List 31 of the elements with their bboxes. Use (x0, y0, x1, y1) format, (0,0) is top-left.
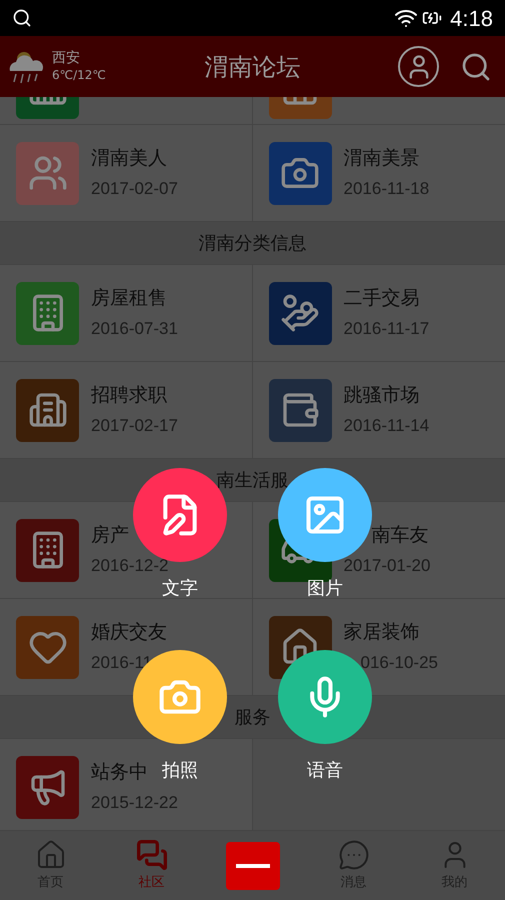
category-title[interactable]: 招聘求职 (91, 384, 167, 408)
section-header: 渭南分类信息 (198, 232, 306, 256)
chat-icon (338, 838, 370, 871)
clock: 4:18 (450, 4, 493, 32)
category-title[interactable]: 渭南美人 (91, 146, 167, 170)
action-label: 图片 (307, 577, 343, 601)
search-icon (460, 50, 492, 82)
category-title[interactable]: 站务中 (91, 760, 148, 784)
action-label: 文字 (162, 577, 198, 601)
nav-tab[interactable]: 社区 (101, 838, 202, 892)
category-title[interactable]: 渭南美景 (344, 146, 420, 170)
temperature: 6℃/12℃ (52, 68, 106, 83)
category-title[interactable]: 家居装饰 (344, 620, 420, 644)
add-button[interactable] (226, 842, 280, 890)
category-title[interactable]: 南车友 (372, 524, 428, 548)
action-label: 拍照 (162, 759, 198, 783)
category-title[interactable]: 跳骚市场 (344, 384, 420, 408)
action-label: 语音 (307, 759, 343, 783)
category-title[interactable]: 婚庆交友 (91, 620, 167, 644)
chat-bubbles-icon (136, 838, 168, 871)
search-icon (12, 8, 32, 28)
section-header: 南生活服 (216, 468, 288, 492)
section-header: 服务 (234, 706, 270, 730)
hand-icon (280, 293, 320, 333)
city-name: 西安 (52, 50, 81, 68)
category-title[interactable]: 房屋租售 (91, 286, 167, 310)
profile-button[interactable] (398, 46, 439, 87)
minus-icon (236, 864, 270, 868)
category-title[interactable]: 房产 (91, 524, 129, 548)
app-title: 渭南论坛 (204, 52, 300, 82)
category-title[interactable]: 二手交易 (344, 286, 420, 310)
